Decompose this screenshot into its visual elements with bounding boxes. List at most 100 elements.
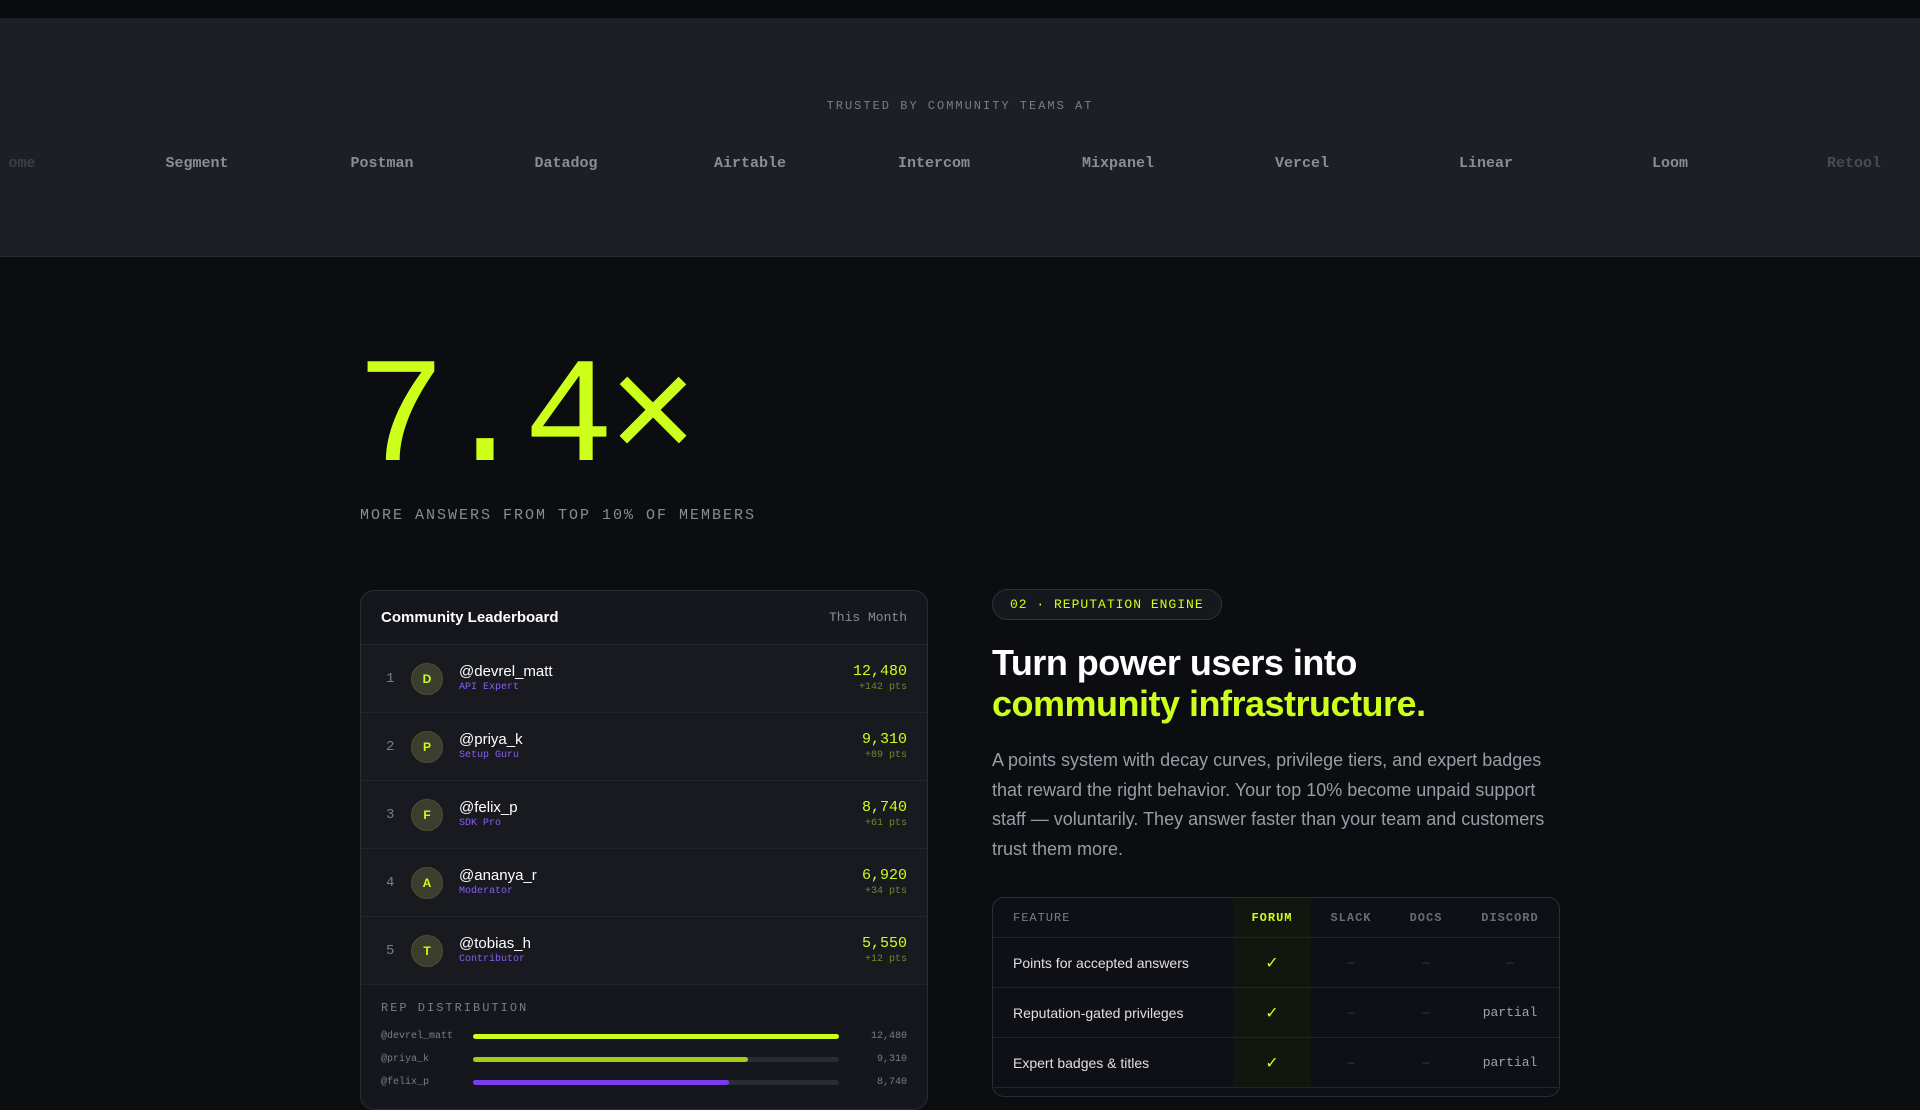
score: 8,740: [861, 798, 907, 816]
dash-icon: —: [1422, 955, 1430, 970]
dash-icon: —: [1422, 1055, 1430, 1070]
check-icon: ✓: [1265, 953, 1279, 972]
leaderboard-title: Community Leaderboard: [381, 609, 559, 626]
comparison-header-row: FEATURE FORUM SLACK DOCS DISCORD: [993, 898, 1559, 938]
distribution-track: [473, 1080, 839, 1085]
top-bar: [0, 0, 1920, 18]
rank-number: 2: [386, 738, 395, 755]
section-pill: 02 · REPUTATION ENGINE: [992, 589, 1222, 620]
stat-caption: MORE ANSWERS FROM TOP 10% OF MEMBERS: [360, 507, 757, 524]
user-role-badge: SDK Pro: [459, 817, 502, 829]
logo-mixpanel: Mixpanel: [1081, 155, 1155, 172]
avatar: P: [411, 730, 443, 763]
logo-retool: Retool: [1826, 155, 1882, 172]
distribution-value: 12,480: [870, 1031, 907, 1042]
leaderboard-row[interactable]: 1 D @devrel_matt API Expert 12,480 +142 …: [361, 645, 927, 713]
leaderboard-header: Community Leaderboard This Month: [361, 591, 927, 645]
leaderboard-row[interactable]: 4 A @ananya_r Moderator 6,920 +34 pts: [361, 849, 927, 917]
score-delta: +89 pts: [864, 749, 907, 761]
headline-line-1: Turn power users into: [992, 642, 1357, 683]
leaderboard-row[interactable]: 2 P @priya_k Setup Guru 9,310 +89 pts: [361, 713, 927, 781]
rank-number: 1: [386, 670, 395, 687]
dash-icon: —: [1347, 1005, 1355, 1020]
distribution-track: [473, 1057, 839, 1062]
username[interactable]: @priya_k: [459, 731, 862, 749]
discord-cell: —: [1461, 938, 1559, 987]
score-delta: +61 pts: [864, 817, 907, 829]
score-delta: +12 pts: [864, 953, 907, 965]
score-block: 12,480 +142 pts: [853, 663, 907, 695]
distribution-bar: [473, 1080, 730, 1085]
comparison-row: Points for accepted answers ✓ — — —: [993, 938, 1559, 988]
user-info: @ananya_r Moderator: [459, 867, 862, 899]
distribution-row: @felix_p 8,740: [381, 1071, 907, 1094]
score-delta: +34 pts: [864, 885, 907, 897]
avatar: F: [411, 798, 443, 831]
comparison-row: Expert badges & titles ✓ — — partial: [993, 1038, 1559, 1088]
leaderboard-row[interactable]: 3 F @felix_p SDK Pro 8,740 +61 pts: [361, 781, 927, 849]
logo-vercel: Vercel: [1274, 155, 1330, 172]
slack-cell: —: [1311, 938, 1391, 987]
username[interactable]: @tobias_h: [459, 935, 862, 953]
user-role-badge: Contributor: [459, 953, 526, 965]
column-header-slack: SLACK: [1330, 910, 1372, 925]
stat-value: 7.4×: [356, 336, 698, 506]
user-info: @tobias_h Contributor: [459, 935, 862, 967]
distribution-track: [473, 1034, 839, 1039]
dash-icon: —: [1347, 1055, 1355, 1070]
check-icon: ✓: [1265, 1053, 1279, 1072]
docs-cell: —: [1391, 938, 1461, 987]
check-icon: ✓: [1265, 1003, 1279, 1022]
leaderboard-period[interactable]: This Month: [829, 610, 907, 625]
avatar: T: [411, 934, 443, 967]
distribution-bar: [473, 1057, 748, 1062]
username[interactable]: @devrel_matt: [459, 663, 853, 681]
logo-linear: Linear: [1458, 155, 1514, 172]
column-header-discord: DISCORD: [1481, 910, 1539, 925]
discord-cell: partial: [1461, 988, 1559, 1037]
forum-cell: ✓: [1233, 938, 1311, 987]
trusted-by-band: TRUSTED BY COMMUNITY TEAMS AT ome Segmen…: [0, 18, 1920, 257]
logo-partial-left: ome: [8, 155, 36, 172]
section-headline: Turn power users into community infrastr…: [992, 642, 1612, 724]
partial-label: partial: [1482, 1055, 1538, 1070]
rank-number: 4: [386, 874, 395, 891]
distribution-label: @felix_p: [381, 1077, 430, 1088]
score-block: 8,740 +61 pts: [862, 799, 907, 831]
dash-icon: —: [1506, 955, 1514, 970]
user-role-badge: Setup Guru: [459, 749, 520, 761]
distribution-value: 9,310: [876, 1054, 907, 1065]
username[interactable]: @ananya_r: [459, 867, 862, 885]
logo-airtable: Airtable: [713, 155, 787, 172]
distribution-label: @priya_k: [381, 1054, 430, 1065]
score-block: 6,920 +34 pts: [862, 867, 907, 899]
score-block: 5,550 +12 pts: [862, 935, 907, 967]
score-delta: +142 pts: [858, 681, 907, 693]
logo-postman: Postman: [350, 155, 414, 172]
trusted-by-caption: TRUSTED BY COMMUNITY TEAMS AT: [826, 99, 1094, 113]
user-role-badge: Moderator: [459, 885, 514, 897]
rank-number: 3: [386, 806, 395, 823]
distribution-value: 8,740: [876, 1077, 907, 1088]
forum-cell: ✓: [1233, 988, 1311, 1037]
distribution-row: @devrel_matt 12,480: [381, 1025, 907, 1048]
leaderboard-row[interactable]: 5 T @tobias_h Contributor 5,550 +12 pts: [361, 917, 927, 985]
score: 12,480: [852, 662, 907, 680]
dash-icon: —: [1347, 955, 1355, 970]
comparison-table: FEATURE FORUM SLACK DOCS DISCORD Points …: [992, 897, 1560, 1097]
comparison-row: Reputation-gated privileges ✓ — — partia…: [993, 988, 1559, 1038]
user-role-badge: API Expert: [459, 681, 520, 693]
headline-line-2: community infrastructure.: [992, 683, 1426, 724]
dash-icon: —: [1422, 1005, 1430, 1020]
rank-number: 5: [386, 942, 395, 959]
rep-distribution-title: REP DISTRIBUTION: [381, 1001, 529, 1015]
logo-datadog: Datadog: [534, 155, 598, 172]
username[interactable]: @felix_p: [459, 799, 862, 817]
rep-distribution: REP DISTRIBUTION @devrel_matt 12,480 @pr…: [361, 985, 927, 1109]
column-header-docs: DOCS: [1409, 910, 1443, 925]
score: 9,310: [861, 730, 907, 748]
distribution-row: @priya_k 9,310: [381, 1048, 907, 1071]
user-info: @devrel_matt API Expert: [459, 663, 853, 695]
feature-name: Points for accepted answers: [1013, 954, 1189, 971]
section-body: A points system with decay curves, privi…: [992, 750, 1545, 859]
